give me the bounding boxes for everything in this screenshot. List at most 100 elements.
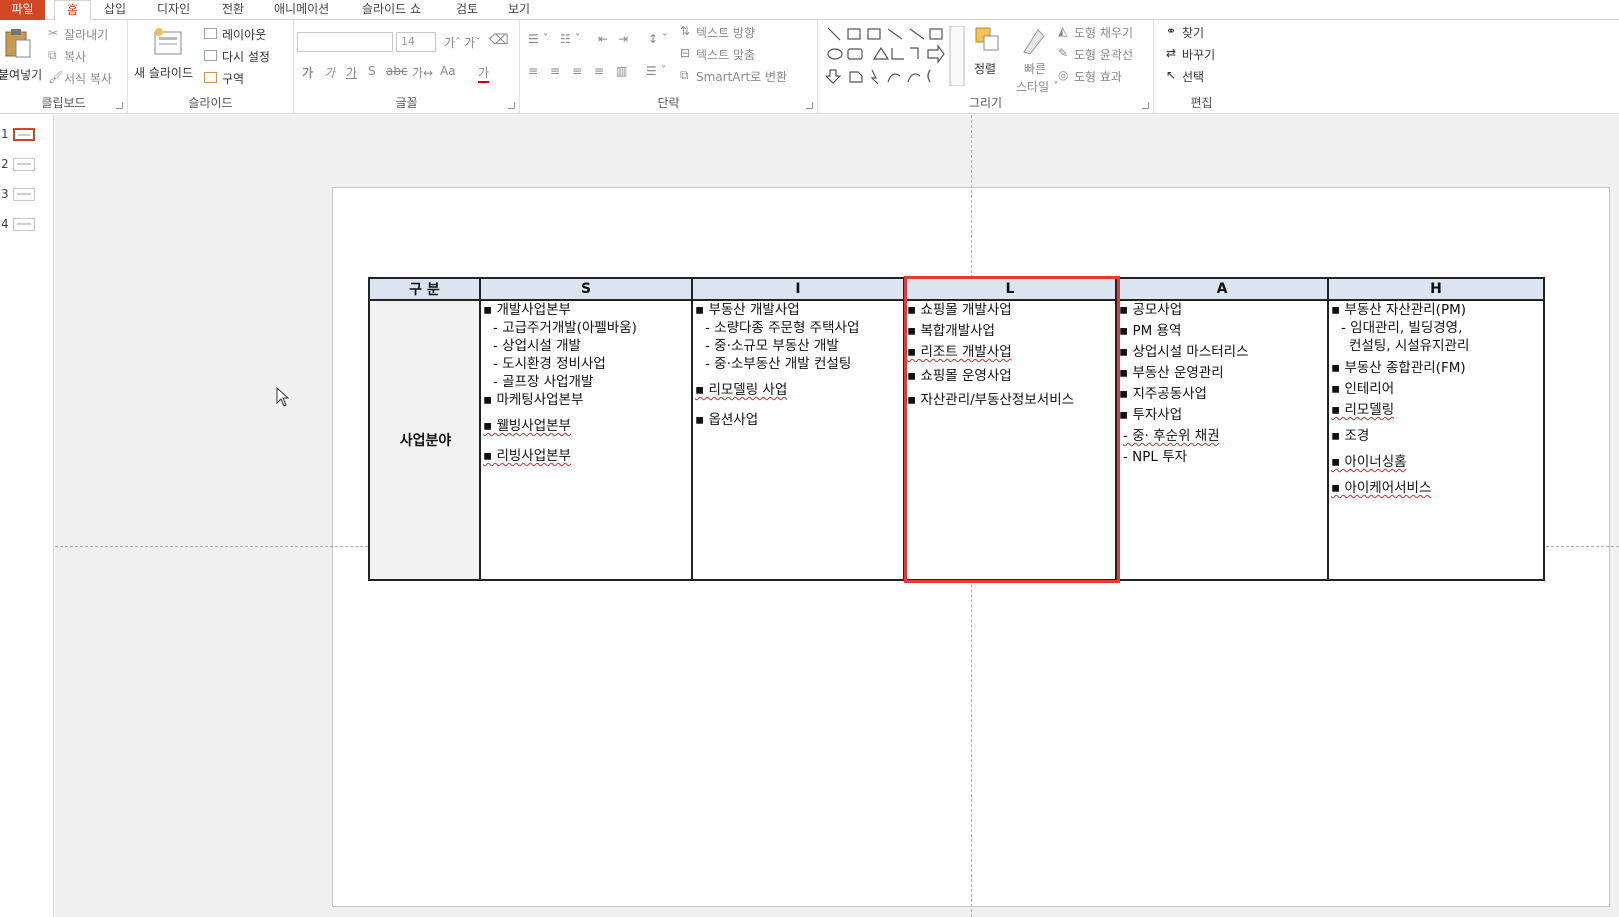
shrink-font-icon[interactable]: 가ˇ (464, 34, 481, 51)
shapes-gallery-icon[interactable] (826, 26, 966, 86)
bold-icon[interactable]: 가 (302, 64, 313, 81)
numbering-icon[interactable]: ☷ ˇ (560, 32, 581, 46)
change-case-button[interactable]: Aa (440, 64, 456, 78)
cell-s[interactable]: ▪ 개발사업본부 - 고급주거개발(아펠바움) - 상업시설 개발 - 도시환경… (479, 299, 693, 581)
clear-format-icon[interactable]: ⌫ (489, 32, 509, 48)
text-direction-button[interactable]: ⇅ 텍스트 방향 (680, 24, 816, 42)
header-s[interactable]: S (479, 277, 693, 301)
font-color-icon[interactable]: 가 (478, 64, 490, 83)
paragraph-launcher-icon[interactable] (806, 102, 813, 109)
list-item: ▪ 상업시설 마스터리스 (1119, 344, 1249, 360)
ribbon: 붙여넣기 ✂ 잘라내기 ⧉ 복사 🖌 서식 복사 클립보드 새 슬라이드 레이아… (0, 20, 1619, 114)
tab-slideshow[interactable]: 슬라이드 쇼 (362, 0, 421, 20)
new-slide-label: 새 슬라이드 (134, 66, 194, 80)
binoculars-icon: ⚭ (1166, 24, 1177, 38)
format-painter-button[interactable]: 🖌 서식 복사 (48, 70, 128, 88)
tab-insert[interactable]: 삽입 (104, 0, 126, 20)
justify-icon[interactable]: ≡ (594, 64, 604, 78)
cell-i[interactable]: ▪ 부동산 개발사업 - 소량다종 주문형 주택사업 - 중·소규모 부동산 개… (691, 299, 905, 581)
line-spacing-icon[interactable]: ↕ ˇ (648, 32, 668, 46)
grow-font-icon[interactable]: 가ˆ (444, 34, 461, 51)
select-button[interactable]: ↖ 선택 (1166, 68, 1246, 86)
cut-button[interactable]: ✂ 잘라내기 (48, 26, 128, 44)
align-left-icon[interactable]: ≡ (528, 64, 538, 78)
arrange-button[interactable]: 정렬 (968, 26, 1008, 90)
section-button[interactable]: 구역 (204, 70, 294, 88)
tab-home[interactable]: 홈 (54, 0, 92, 21)
list-item: ▪ 지주공동사업 (1119, 386, 1207, 402)
cut-label: 잘라내기 (64, 28, 109, 42)
quick-styles-button[interactable]: 빠른 스타일 ˇ (1012, 26, 1059, 96)
header-h[interactable]: H (1327, 277, 1545, 301)
shadow-icon[interactable]: S (368, 64, 376, 78)
cell-a[interactable]: ▪ 공모사업 ▪ PM 용역 ▪ 상업시설 마스터리스 ▪ 부동산 운영관리 ▪… (1115, 299, 1329, 581)
underline-icon[interactable]: 가 (346, 64, 357, 81)
slide-thumbnail-4[interactable] (13, 218, 35, 231)
list-item: ▪ 부동산 종합관리(FM) (1331, 360, 1466, 376)
find-button[interactable]: ⚭ 찾기 (1166, 24, 1246, 42)
font-name-combo[interactable] (297, 32, 393, 52)
slide-thumbnail-3[interactable] (13, 188, 35, 201)
list-item: ▪ 리모델링 사업 (695, 382, 788, 398)
paragraph-spacing-icon[interactable]: ☰ ˇ (646, 64, 667, 78)
list-item: - 도시환경 정비사업 (493, 356, 606, 372)
copy-button[interactable]: ⧉ 복사 (48, 48, 128, 66)
paste-button[interactable]: 붙여넣기 (0, 26, 42, 90)
list-item: ▪ 공모사업 (1119, 302, 1183, 318)
tab-file[interactable]: 파일 (0, 0, 45, 20)
cell-h[interactable]: ▪ 부동산 자산관리(PM) - 임대관리, 빌딩경영, 컨설팅, 시설유지관리… (1327, 299, 1545, 581)
align-text-button[interactable]: ⊟ 텍스트 맞춤 (680, 46, 816, 64)
clipboard-launcher-icon[interactable] (116, 102, 123, 109)
list-item: - 소량다종 주문형 주택사업 (705, 320, 860, 336)
header-i[interactable]: I (691, 277, 905, 301)
clipboard-group-label: 클립보드 (41, 96, 86, 110)
smartart-icon: ⧉ (680, 68, 689, 82)
new-slide-button[interactable]: 새 슬라이드 (134, 26, 198, 90)
bullets-icon[interactable]: ☰ ˇ (528, 32, 549, 46)
font-size-combo[interactable]: 14 (396, 32, 436, 52)
tab-transitions[interactable]: 전환 (222, 0, 244, 20)
align-text-icon: ⊟ (680, 46, 691, 60)
ribbon-tab-bar: 파일 홈 삽입 디자인 전환 애니메이션 슬라이드 쇼 검토 보기 (0, 0, 1619, 21)
columns-icon[interactable]: ▥ (616, 64, 627, 78)
strikethrough-icon[interactable]: abc (386, 64, 408, 78)
header-a[interactable]: A (1115, 277, 1329, 301)
tab-animations[interactable]: 애니메이션 (274, 0, 329, 20)
tab-view[interactable]: 보기 (508, 0, 530, 20)
shape-fill-button[interactable]: ◭ 도형 채우기 (1058, 24, 1154, 42)
align-right-icon[interactable]: ≡ (572, 64, 582, 78)
list-item: - 중·소부동산 개발 컨설팅 (705, 356, 852, 372)
slide-thumbnail-1[interactable] (13, 128, 35, 141)
slides-group: 새 슬라이드 레이아웃 다시 설정 구역 슬라이드 (128, 20, 294, 114)
tab-design[interactable]: 디자인 (157, 0, 190, 20)
row-label-cell[interactable]: 사업분야 (368, 299, 481, 581)
drawing-launcher-icon[interactable] (1142, 102, 1149, 109)
reset-label: 다시 설정 (222, 50, 270, 64)
char-spacing-icon[interactable]: 가↔ (412, 64, 433, 81)
italic-icon[interactable]: 가 (324, 64, 335, 81)
list-item: ▪ 아이케어서비스 (1331, 480, 1432, 496)
replace-button[interactable]: ⇄ 바꾸기 (1166, 46, 1246, 64)
clipboard-group: 붙여넣기 ✂ 잘라내기 ⧉ 복사 🖌 서식 복사 클립보드 (0, 20, 128, 114)
shape-outline-button[interactable]: ✎ 도형 윤곽선 (1058, 46, 1154, 64)
paste-label: 붙여넣기 (0, 68, 43, 82)
slide-thumbnail-2[interactable] (13, 158, 35, 171)
layout-button[interactable]: 레이아웃 (204, 26, 294, 44)
header-category[interactable]: 구 분 (368, 277, 481, 301)
smartart-button[interactable]: ⧉ SmartArt로 변환 (680, 68, 816, 86)
reset-button[interactable]: 다시 설정 (204, 48, 294, 66)
tab-review[interactable]: 검토 (456, 0, 478, 20)
cell-l[interactable]: ▪ 쇼핑몰 개발사업 ▪ 복합개발사업 ▪ 리조트 개발사업 ▪ 쇼핑몰 운영사… (903, 299, 1117, 581)
list-item: ▪ 자산관리/부동산정보서비스 (907, 392, 1075, 408)
list-item: ▪ 웰빙사업본부 (483, 418, 571, 434)
align-center-icon[interactable]: ≡ (550, 64, 560, 78)
shape-effects-button[interactable]: ◎ 도형 효과 (1058, 68, 1154, 86)
decrease-indent-icon[interactable]: ⇤ (598, 32, 608, 46)
font-launcher-icon[interactable] (508, 102, 515, 109)
list-item: ▪ 부동산 개발사업 (695, 302, 800, 318)
business-table[interactable]: 구 분 S I L A H 사업분야 ▪ 개발사업본부 - 고급주거개발(아펠바… (368, 277, 1545, 581)
header-l[interactable]: L (903, 277, 1117, 301)
increase-indent-icon[interactable]: ⇥ (618, 32, 628, 46)
list-item: ▪ 옵션사업 (695, 412, 759, 428)
section-icon (204, 72, 217, 83)
